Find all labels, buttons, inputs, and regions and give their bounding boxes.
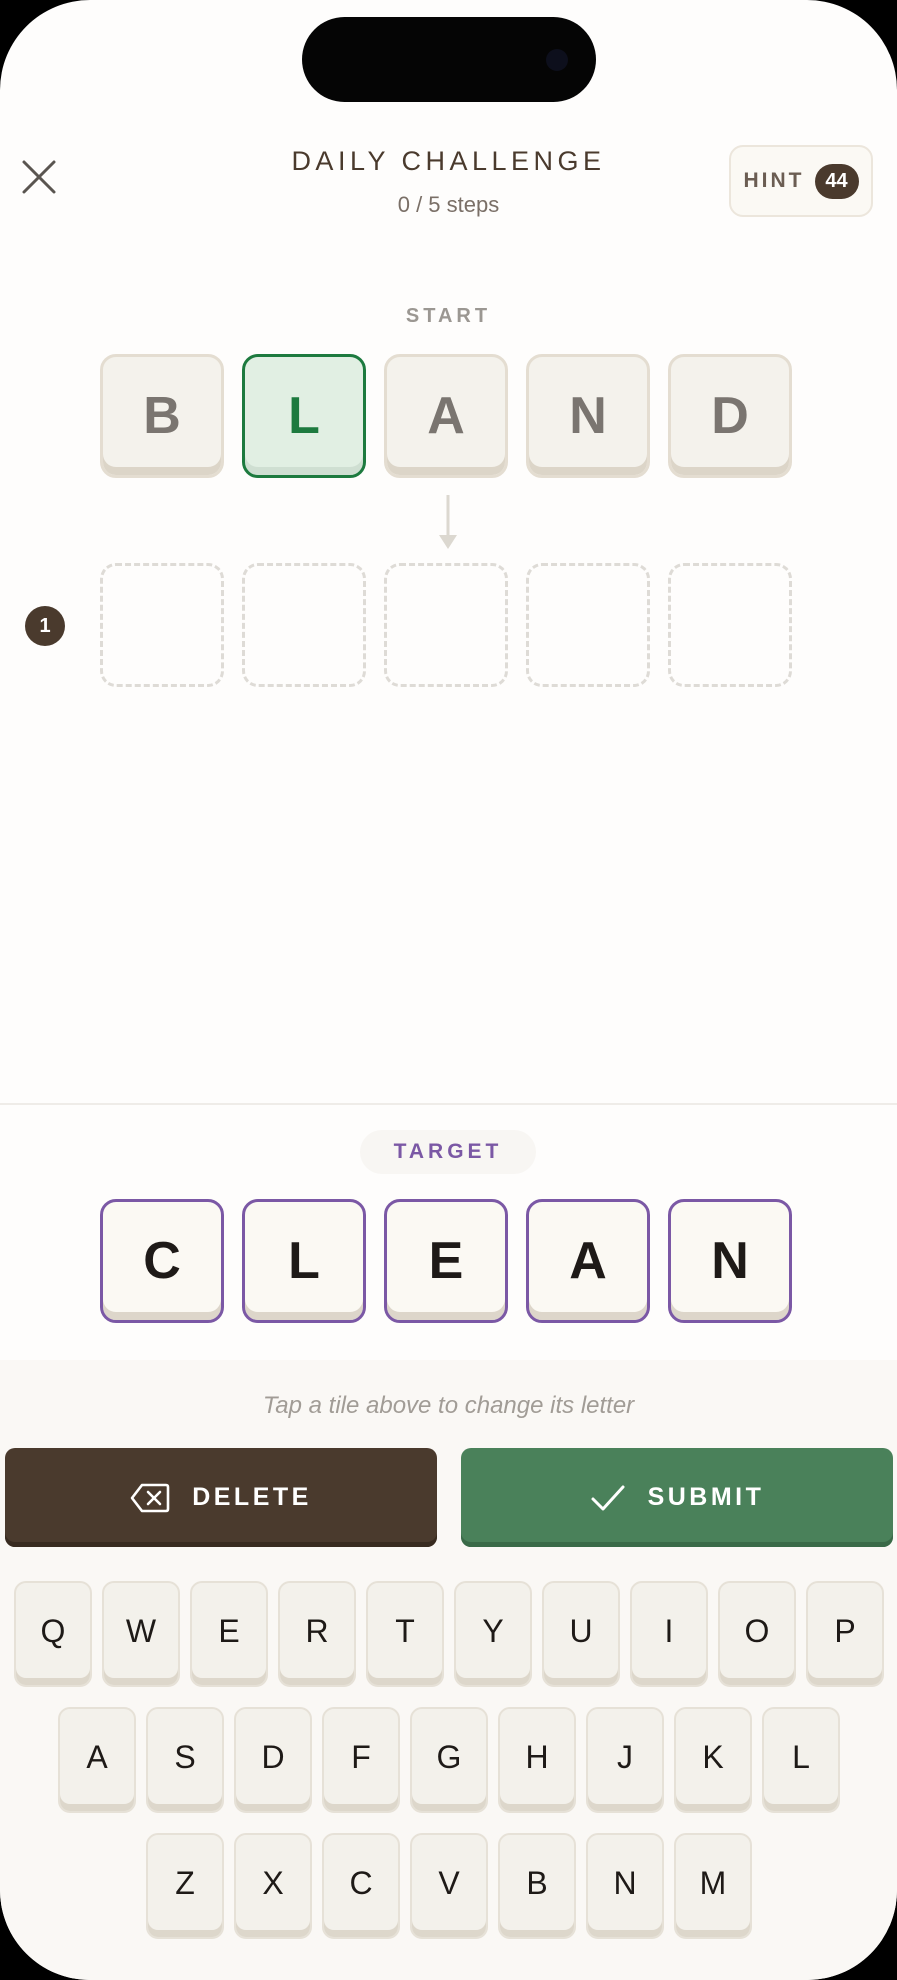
start-tile[interactable]: A: [384, 354, 508, 478]
key[interactable]: X: [234, 1833, 312, 1939]
target-tile: A: [526, 1199, 650, 1323]
backspace-icon: [130, 1483, 170, 1512]
divider: [0, 1103, 897, 1105]
checkmark-icon: [591, 1485, 625, 1510]
key[interactable]: B: [498, 1833, 576, 1939]
key[interactable]: W: [102, 1581, 180, 1687]
key[interactable]: T: [366, 1581, 444, 1687]
key[interactable]: P: [806, 1581, 884, 1687]
hint-count-badge: 44: [814, 163, 859, 199]
key[interactable]: C: [322, 1833, 400, 1939]
key[interactable]: S: [146, 1707, 224, 1813]
key[interactable]: A: [58, 1707, 136, 1813]
key[interactable]: O: [718, 1581, 796, 1687]
empty-tile[interactable]: [526, 563, 650, 687]
key[interactable]: N: [586, 1833, 664, 1939]
key[interactable]: I: [630, 1581, 708, 1687]
key[interactable]: D: [234, 1707, 312, 1813]
key[interactable]: G: [410, 1707, 488, 1813]
start-tile[interactable]: D: [668, 354, 792, 478]
key[interactable]: V: [410, 1833, 488, 1939]
key[interactable]: M: [674, 1833, 752, 1939]
step-number-badge: 1: [25, 606, 65, 646]
key[interactable]: Z: [146, 1833, 224, 1939]
key[interactable]: K: [674, 1707, 752, 1813]
start-tile-selected[interactable]: L: [242, 354, 366, 478]
keyboard-row-2: A S D F G H J K L: [58, 1707, 840, 1813]
camera-icon: [546, 49, 568, 71]
hint-button[interactable]: HINT 44: [729, 145, 873, 217]
start-label: START: [405, 305, 492, 327]
target-tile: L: [242, 1199, 366, 1323]
delete-button[interactable]: DELETE: [5, 1448, 437, 1547]
submit-label: SUBMIT: [647, 1483, 765, 1511]
hint-label: HINT: [743, 169, 805, 192]
key[interactable]: Q: [14, 1581, 92, 1687]
key[interactable]: L: [762, 1707, 840, 1813]
start-tile[interactable]: N: [526, 354, 650, 478]
target-label: TARGET: [360, 1130, 536, 1174]
key[interactable]: H: [498, 1707, 576, 1813]
app-screen: DAILY CHALLENGE 0 / 5 steps HINT 44 STAR…: [0, 0, 897, 1980]
empty-tile[interactable]: [384, 563, 508, 687]
instruction-text: Tap a tile above to change its letter: [262, 1392, 635, 1419]
start-tile[interactable]: B: [100, 354, 224, 478]
keyboard-row-3: Z X C V B N M: [146, 1833, 752, 1939]
target-word-row: C L E A N: [100, 1199, 792, 1323]
key[interactable]: F: [322, 1707, 400, 1813]
start-word-row: B L A N D: [100, 354, 792, 478]
empty-tile[interactable]: [100, 563, 224, 687]
keyboard-row-1: Q W E R T Y U I O P: [14, 1581, 884, 1687]
step-word-row: [100, 563, 792, 687]
key[interactable]: E: [190, 1581, 268, 1687]
key[interactable]: Y: [454, 1581, 532, 1687]
delete-label: DELETE: [192, 1483, 312, 1511]
submit-button[interactable]: SUBMIT: [461, 1448, 893, 1547]
key[interactable]: R: [278, 1581, 356, 1687]
target-tile: E: [384, 1199, 508, 1323]
key[interactable]: J: [586, 1707, 664, 1813]
dynamic-island: [302, 17, 596, 102]
empty-tile[interactable]: [242, 563, 366, 687]
target-tile: C: [100, 1199, 224, 1323]
key[interactable]: U: [542, 1581, 620, 1687]
arrow-down-icon: [439, 495, 457, 549]
empty-tile[interactable]: [668, 563, 792, 687]
target-tile: N: [668, 1199, 792, 1323]
